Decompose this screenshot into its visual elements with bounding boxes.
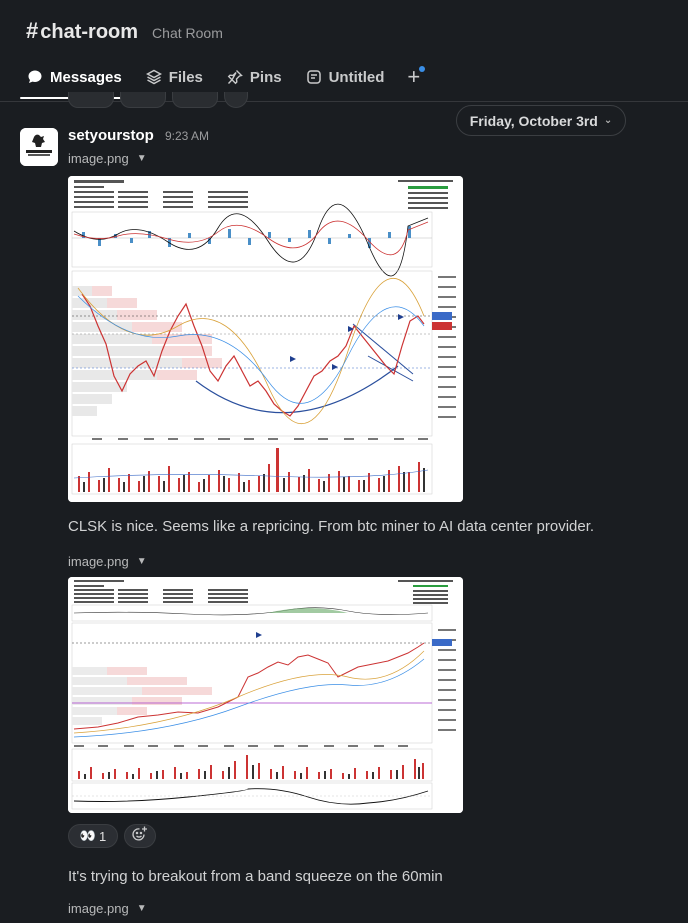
reaction-pill[interactable] [172, 92, 218, 108]
caret-down-icon[interactable]: ▼ [137, 903, 147, 914]
add-reaction-pill[interactable] [224, 92, 248, 108]
channel-title[interactable]: # chat-room Chat Room [26, 18, 223, 44]
message-author[interactable]: setyourstop [68, 127, 154, 144]
message-icon [26, 68, 44, 86]
tab-label: Files [168, 68, 203, 86]
chart-image-intraday[interactable] [68, 577, 463, 813]
attachment-label[interactable]: image.png ▼ [68, 554, 147, 569]
channel-hash-icon: # [26, 18, 39, 43]
reaction-count: 1 [98, 828, 107, 844]
date-label: Friday, October 3rd [469, 112, 598, 129]
add-reaction-button[interactable] [124, 824, 156, 848]
file-name: image.png [68, 554, 129, 569]
notification-dot [419, 66, 426, 72]
pin-icon [226, 68, 244, 86]
file-name: image.png [68, 151, 129, 166]
channel-topic: Chat Room [152, 25, 223, 41]
tab-messages[interactable]: Messages [20, 62, 128, 99]
eyes-emoji: 👀 [79, 828, 96, 843]
avatar[interactable] [20, 128, 58, 166]
attachment-label[interactable]: image.png ▼ [68, 901, 147, 916]
file-name: image.png [68, 901, 129, 916]
tab-label: Untitled [328, 68, 385, 86]
caret-down-icon[interactable]: ▼ [137, 153, 147, 164]
tab-label: Messages [50, 68, 122, 86]
message-text: CLSK is nice. Seems like a repricing. Fr… [68, 518, 595, 535]
tab-untitled[interactable]: Untitled [299, 62, 391, 92]
channel-header: # chat-room Chat Room Messages Files Pin… [0, 0, 688, 102]
reaction-pill[interactable] [120, 92, 166, 108]
channel-name[interactable]: chat-room [40, 21, 138, 44]
message-timestamp[interactable]: 9:23 AM [165, 129, 209, 143]
date-divider-button[interactable]: Friday, October 3rd ⌄ [456, 105, 626, 136]
chart-image-daily[interactable] [68, 176, 463, 502]
files-icon [145, 68, 163, 86]
tab-files[interactable]: Files [139, 62, 209, 92]
reaction-eyes[interactable]: 👀 1 [68, 824, 118, 848]
attachment-label[interactable]: image.png ▼ [68, 151, 147, 166]
previous-message-reactions [68, 92, 248, 108]
add-tab-button[interactable]: + [401, 62, 426, 92]
tab-pins[interactable]: Pins [220, 62, 288, 92]
add-emoji-icon [131, 825, 149, 847]
message-text: It's trying to breakout from a band sque… [68, 868, 443, 885]
tab-label: Pins [249, 68, 282, 86]
reaction-pill[interactable] [68, 92, 114, 108]
chevron-down-icon: ⌄ [603, 115, 613, 126]
canvas-icon [305, 68, 323, 86]
caret-down-icon[interactable]: ▼ [137, 556, 147, 567]
